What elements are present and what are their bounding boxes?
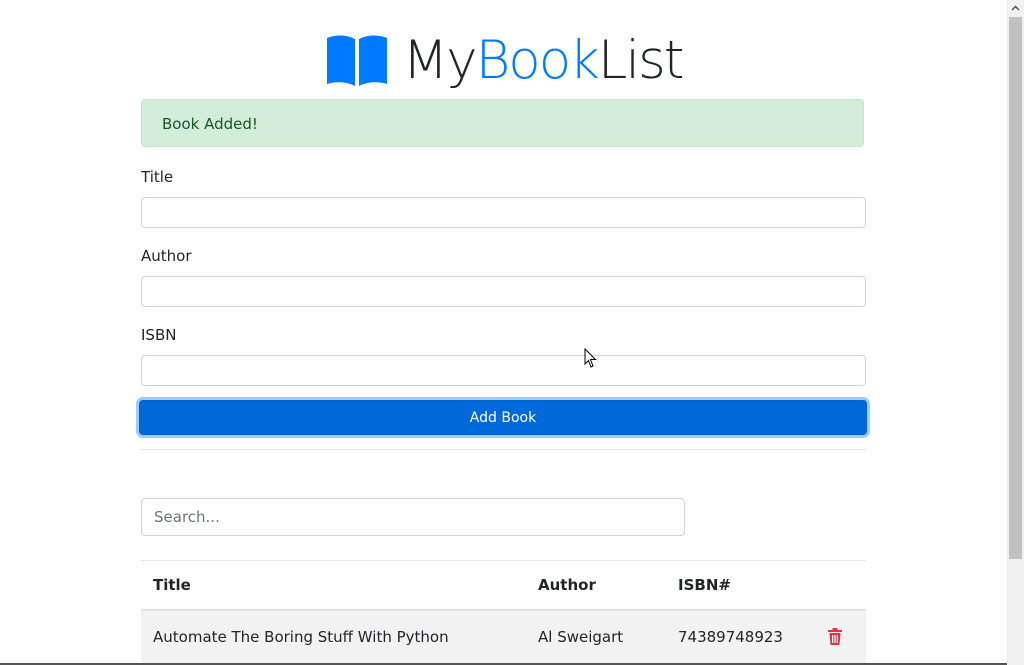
form-divider: [141, 449, 866, 450]
brand-title: MyBookList: [403, 34, 685, 87]
book-author-cell: Al Sweigart: [538, 628, 624, 646]
title-label: Title: [141, 168, 174, 186]
author-field[interactable]: [141, 276, 866, 307]
scroll-up-arrow-icon[interactable]: [1007, 0, 1024, 17]
mouse-cursor-icon: [584, 348, 597, 368]
column-header-title: Title: [153, 576, 191, 594]
book-table: Title Author ISBN# Automate The Boring S…: [141, 561, 866, 663]
page: MyBookList Book Added! Title Author ISBN…: [0, 0, 1024, 665]
table-row: Automate The Boring Stuff With Python Al…: [141, 611, 866, 663]
success-alert: Book Added!: [141, 99, 864, 147]
column-header-isbn: ISBN#: [678, 576, 731, 594]
search-input[interactable]: [141, 498, 685, 536]
book-title-cell: Automate The Boring Stuff With Python: [153, 628, 449, 646]
brand-book: Book: [475, 29, 600, 91]
brand-header: MyBookList: [0, 29, 1007, 91]
trash-icon[interactable]: [828, 628, 842, 645]
add-book-button[interactable]: Add Book: [139, 400, 867, 435]
book-isbn-cell: 74389748923: [678, 628, 783, 646]
open-book-icon: [326, 35, 387, 86]
author-label: Author: [141, 247, 192, 265]
column-header-author: Author: [538, 576, 596, 594]
brand-list: List: [597, 29, 685, 91]
title-field[interactable]: [141, 197, 866, 228]
scrollbar-thumb[interactable]: [1009, 17, 1022, 559]
table-header: Title Author ISBN#: [141, 561, 866, 611]
vertical-scrollbar[interactable]: [1007, 0, 1024, 665]
brand-my: My: [402, 29, 478, 91]
isbn-label: ISBN: [141, 326, 177, 344]
isbn-field[interactable]: [141, 355, 866, 386]
